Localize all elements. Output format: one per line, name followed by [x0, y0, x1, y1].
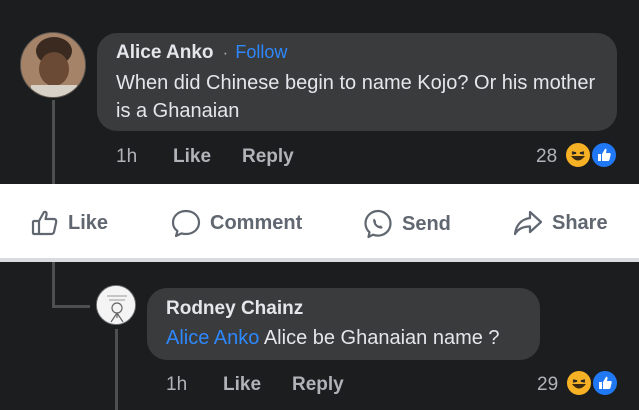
comment-like-button[interactable]: Like — [173, 146, 211, 168]
haha-icon — [565, 369, 593, 397]
share-action-label: Share — [552, 211, 608, 234]
like-action-label: Like — [68, 211, 109, 234]
avatar-rodney[interactable] — [96, 285, 136, 325]
comment-bubble-icon — [171, 209, 201, 238]
comment-action-button[interactable]: Comment — [170, 208, 302, 238]
messenger-icon — [364, 209, 392, 239]
comment-author: Alice Anko · Follow — [116, 42, 287, 64]
share-arrow-icon — [513, 210, 543, 236]
thread-line — [52, 100, 55, 184]
follow-link[interactable]: Follow — [235, 42, 287, 62]
separator: · — [222, 45, 229, 62]
thread-line-branch — [52, 305, 90, 308]
comment-action-label: Comment — [210, 211, 303, 234]
author-name[interactable]: Alice Anko — [116, 42, 214, 63]
comment-reply-button[interactable]: Reply — [242, 146, 294, 168]
mention-link[interactable]: Alice Anko — [166, 327, 259, 349]
comment-reaction-count[interactable]: 28 — [536, 146, 557, 168]
reply-like-button[interactable]: Like — [223, 374, 261, 396]
haha-icon — [564, 141, 592, 169]
like-icon — [591, 369, 619, 397]
reply-time[interactable]: 1h — [166, 374, 187, 396]
thumbs-up-icon — [31, 210, 58, 236]
send-action-button[interactable]: Send — [362, 208, 451, 240]
reply-reply-button[interactable]: Reply — [292, 374, 344, 396]
avatar-alice[interactable] — [20, 32, 86, 98]
share-action-button[interactable]: Share — [512, 208, 608, 238]
reply-reaction-count[interactable]: 29 — [537, 374, 558, 396]
comment-text: When did Chinese begin to name Kojo? Or … — [116, 72, 596, 122]
reply-text-body: Alice be Ghanaian name ? — [259, 327, 500, 349]
reply-author[interactable]: Rodney Chainz — [166, 298, 303, 320]
comment-time[interactable]: 1h — [116, 146, 137, 168]
reply-text: Alice Anko Alice be Ghanaian name ? — [166, 324, 500, 352]
thread-line-vertical — [52, 262, 55, 306]
send-action-label: Send — [402, 212, 451, 235]
like-action-button[interactable]: Like — [30, 208, 108, 238]
like-icon — [590, 141, 618, 169]
reply-thread-line — [115, 329, 118, 410]
